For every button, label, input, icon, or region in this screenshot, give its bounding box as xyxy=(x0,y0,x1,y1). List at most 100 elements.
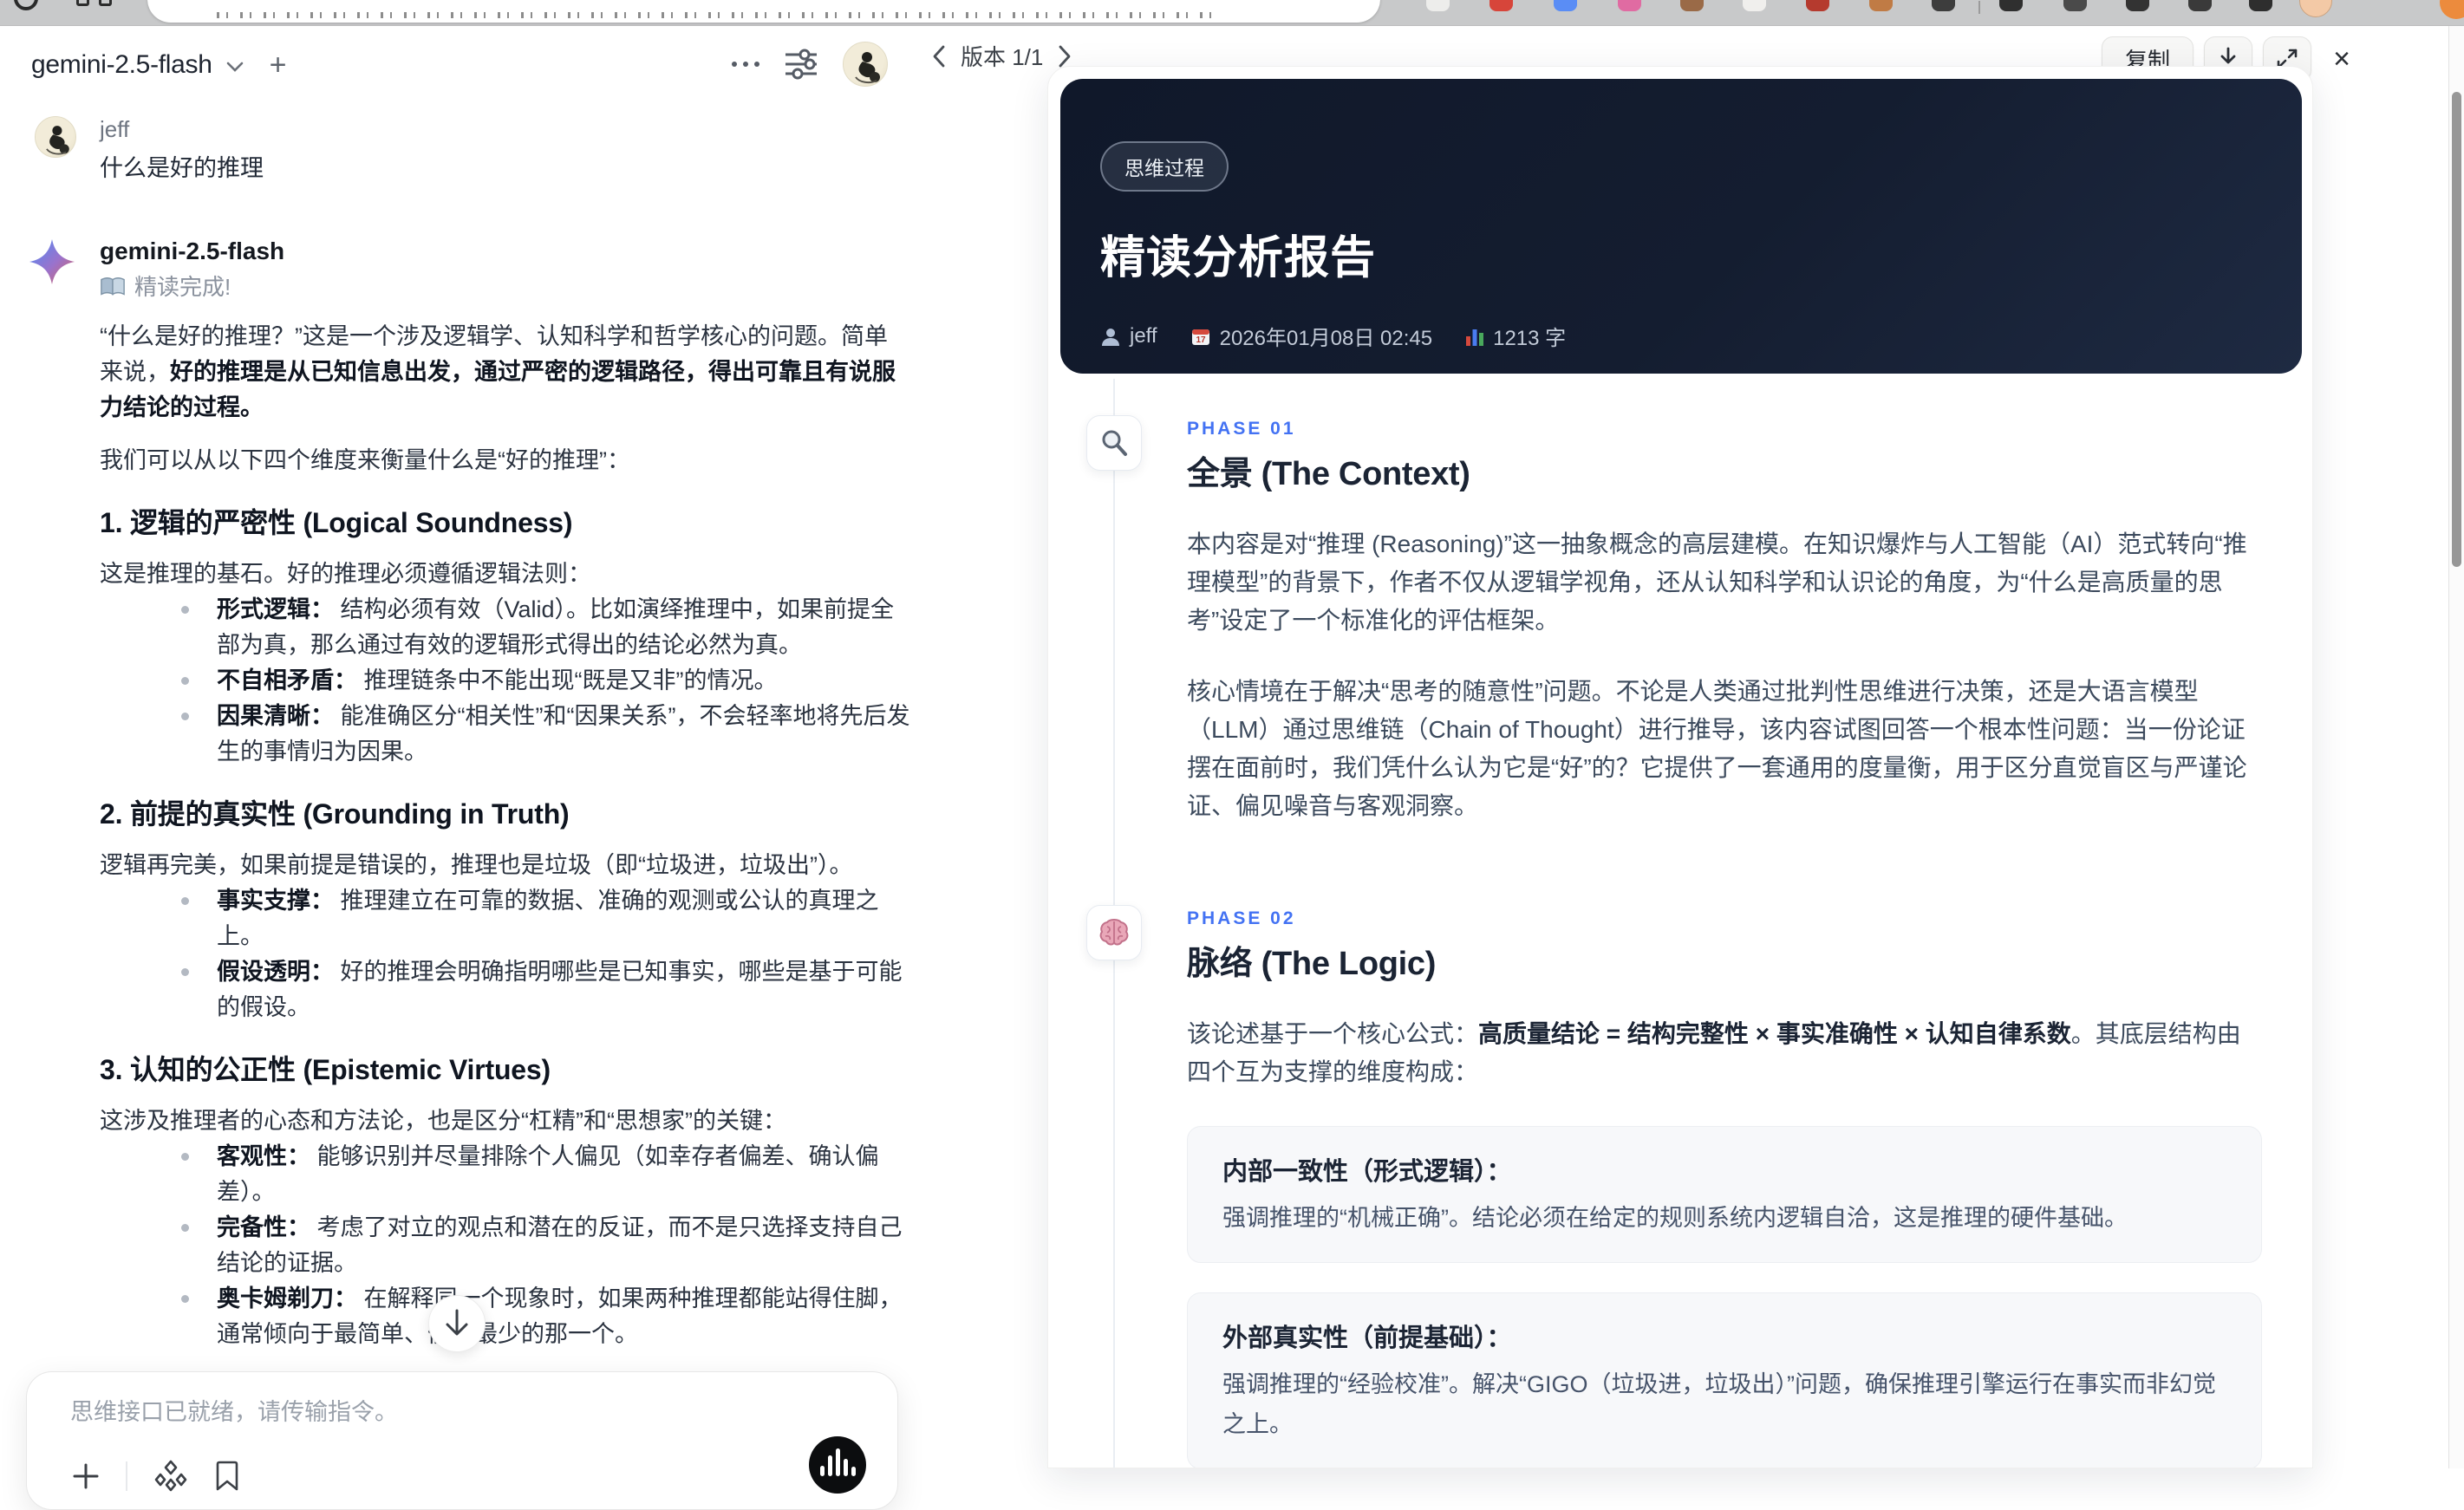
voice-input-button[interactable] xyxy=(809,1436,866,1494)
intro-paragraph-2: 我们可以从以下四个维度来衡量什么是“好的推理”： xyxy=(100,447,630,473)
open-book-icon xyxy=(101,277,125,296)
bullet-list: 客观性： 能够识别并尽量排除个人偏见（如幸存者偏差、确认偏差）。 完备性： 考虑… xyxy=(100,1139,910,1352)
composer: 思维接口已就绪，请传输指令。 xyxy=(26,1371,898,1510)
report-hero: 思维过程 精读分析报告 jeff 17 2026年01月08日 02:45 12… xyxy=(1060,79,2302,374)
meta-wordcount: 1213 字 xyxy=(1465,321,1566,351)
phase-label: PHASE 02 xyxy=(1187,908,1296,928)
list-item: 因果清晰： 能准确区分“相关性”和“因果关系”，不会轻率地将先后发生的事情归为因… xyxy=(100,699,910,770)
phase-label: PHASE 01 xyxy=(1187,419,1296,439)
extension-icon[interactable] xyxy=(2188,0,2212,11)
bookmark-icon[interactable] xyxy=(214,1461,240,1492)
message-text: 什么是好的推理 xyxy=(100,155,264,181)
browser-address-bar[interactable] xyxy=(147,0,1380,23)
scrollbar-thumb[interactable] xyxy=(2452,92,2461,567)
chat-message-list[interactable]: jeff 什么是好的推理 gemini-2.5-flash 精读完成! “什么是… xyxy=(0,102,910,1494)
intro-paragraph: “什么是好的推理？”这是一个涉及逻辑学、认知科学和哲学核心的问题。简单来说，好的… xyxy=(100,323,896,420)
section-heading: 3. 认知的公正性 (Epistemic Virtues) xyxy=(100,1054,551,1085)
chevron-right-icon[interactable] xyxy=(1057,44,1072,68)
phase-paragraph: 本内容是对“推理 (Reasoning)”这一抽象概念的高层建模。在知识爆炸与人… xyxy=(1187,530,2247,634)
bullet-list: 形式逻辑： 结构必须有效（Valid）。比如演绎推理中，如果前提全部为真，那么通… xyxy=(100,592,910,770)
scroll-to-bottom-button[interactable] xyxy=(428,1295,486,1352)
chevron-left-icon[interactable] xyxy=(931,44,947,68)
browser-tab-icon[interactable] xyxy=(99,0,112,6)
info-card: 内部一致性（形式逻辑）： 强调推理的“机械正确”。结论必须在给定的规则系统内逻辑… xyxy=(1187,1126,2262,1263)
waveform-bar xyxy=(835,1448,840,1476)
phase-title: 全景 (The Context) xyxy=(1187,456,1470,492)
card-body: 强调推理的“机械正确”。结论必须在给定的规则系统内逻辑自洽，这是推理的硬件基础。 xyxy=(1222,1205,2128,1231)
list-item: 形式逻辑： 结构必须有效（Valid）。比如演绎推理中，如果前提全部为真，那么通… xyxy=(100,592,910,663)
report-meta: jeff 17 2026年01月08日 02:45 1213 字 xyxy=(1100,321,2302,351)
person-icon xyxy=(1102,328,1119,346)
more-options-icon[interactable] xyxy=(732,62,759,67)
assistant-markdown: “什么是好的推理？”这是一个涉及逻辑学、认知科学和哲学核心的问题。简单来说，好的… xyxy=(100,319,910,1494)
extension-icon[interactable] xyxy=(2126,0,2149,11)
extension-icon[interactable] xyxy=(1680,0,1704,11)
card-title: 内部一致性（形式逻辑）： xyxy=(1222,1158,1512,1186)
waveform-bar xyxy=(827,1455,832,1476)
card-body: 强调推理的“经验校准”。解决“GIGO（垃圾进，垃圾出）”问题，确保推理引擎运行… xyxy=(1222,1371,2216,1437)
list-item: 不自相矛盾： 推理链条中不能出现“既是又非”的情况。 xyxy=(100,663,910,699)
message-author: gemini-2.5-flash xyxy=(100,238,285,264)
divider xyxy=(126,1461,127,1491)
meta-author: jeff xyxy=(1100,324,1157,348)
section-heading: 2. 前提的真实性 (Grounding in Truth) xyxy=(100,798,570,830)
chevron-down-icon[interactable] xyxy=(226,62,244,72)
tune-sliders-icon[interactable] xyxy=(782,47,820,81)
browser-profile-icon[interactable] xyxy=(14,0,38,10)
card-title: 外部真实性（前提基础）： xyxy=(1222,1325,1512,1352)
message-author: jeff xyxy=(100,116,130,142)
attach-plus-icon[interactable] xyxy=(72,1462,100,1490)
extension-icon[interactable] xyxy=(2063,0,2087,11)
extension-icon[interactable] xyxy=(1869,0,1893,11)
phase-block: PHASE 01 全景 (The Context) 本内容是对“推理 (Reas… xyxy=(1086,415,2283,858)
dimension-cards: 内部一致性（形式逻辑）： 强调推理的“机械正确”。结论必须在给定的规则系统内逻辑… xyxy=(1187,1126,2262,1468)
user-avatar[interactable] xyxy=(843,42,888,87)
section-heading: 1. 逻辑的严密性 (Logical Soundness) xyxy=(100,507,573,538)
list-item: 奥卡姆剃刀： 在解释同一个现象时，如果两种推理都能站得住脚，通常倾向于最简单、假… xyxy=(100,1281,910,1352)
extension-icon[interactable] xyxy=(1554,0,1577,11)
version-label: 版本 1/1 xyxy=(961,44,1044,70)
composer-input[interactable]: 思维接口已就绪，请传输指令。 xyxy=(70,1395,833,1429)
extension-icon[interactable] xyxy=(1932,0,1955,11)
phase-paragraph: 核心情境在于解决“思考的随意性”问题。不论是人类通过批判性思维进行决策，还是大语… xyxy=(1187,678,2247,819)
list-item: 客观性： 能够识别并尽量排除个人偏见（如幸存者偏差、确认偏差）。 xyxy=(100,1139,910,1210)
bar-chart-icon xyxy=(1466,329,1484,346)
skills-diamonds-icon[interactable] xyxy=(153,1459,188,1494)
calendar-icon: 17 xyxy=(1191,329,1209,345)
chat-header: gemini-2.5-flash + xyxy=(0,26,910,104)
section-lead: 这涉及推理者的心态和方法论，也是区分“杠精”和“思想家”的关键： xyxy=(100,1108,786,1134)
artifact-panel[interactable]: 思维过程 精读分析报告 jeff 17 2026年01月08日 02:45 12… xyxy=(1047,66,2313,1468)
svg-text:17: 17 xyxy=(1196,335,1206,345)
version-navigator: 版本 1/1 xyxy=(931,40,1072,72)
extension-icon[interactable] xyxy=(1618,0,1641,11)
window-scrollbar[interactable] xyxy=(2448,26,2464,1468)
extension-icon[interactable] xyxy=(2249,0,2272,11)
bullet-list: 事实支撑： 推理建立在可靠的数据、准确的观测或公认的真理之上。 假设透明： 好的… xyxy=(100,883,910,1025)
extension-icon[interactable] xyxy=(2440,0,2464,19)
magnifier-icon xyxy=(1086,415,1142,471)
model-selector[interactable]: gemini-2.5-flash xyxy=(31,50,212,80)
arrow-down-icon xyxy=(446,1309,468,1336)
artifact-area: 版本 1/1 复制 × 思维过程 精读分析报告 jeff 17 2026年01月… xyxy=(910,26,2464,1468)
new-chat-button[interactable]: + xyxy=(270,50,287,80)
extension-icon[interactable] xyxy=(1806,0,1829,11)
extension-icon[interactable] xyxy=(1999,0,2023,11)
browser-tab-icon[interactable] xyxy=(76,0,89,6)
list-item: 完备性： 考虑了对立的观点和潜在的反证，而不是只选择支持自己结论的证据。 xyxy=(100,1210,910,1281)
url-text-remnant xyxy=(217,12,1214,18)
section-lead: 逻辑再完美，如果前提是错误的，推理也是垃圾（即“垃圾进，垃圾出”）。 xyxy=(100,852,853,878)
meta-date: 17 2026年01月08日 02:45 xyxy=(1190,321,1432,351)
extension-icon[interactable] xyxy=(1489,0,1513,11)
phase-title: 脉络 (The Logic) xyxy=(1187,946,1437,982)
status-text: 精读完成! xyxy=(134,274,231,300)
chat-panel: gemini-2.5-flash + jeff 什么是好的推理 gemini-2… xyxy=(0,26,910,1510)
user-message: jeff 什么是好的推理 xyxy=(0,114,910,187)
extension-icon[interactable] xyxy=(1743,0,1766,11)
browser-account-avatar[interactable] xyxy=(2299,0,2332,17)
waveform-bar xyxy=(843,1459,848,1476)
extension-icon[interactable] xyxy=(1426,0,1450,11)
section-lead: 这是推理的基石。好的推理必须遵循逻辑法则： xyxy=(100,561,591,587)
close-artifact-button[interactable]: × xyxy=(2322,36,2362,81)
list-item: 事实支撑： 推理建立在可靠的数据、准确的观测或公认的真理之上。 xyxy=(100,883,910,954)
info-card: 外部真实性（前提基础）： 强调推理的“经验校准”。解决“GIGO（垃圾进，垃圾出… xyxy=(1187,1292,2262,1468)
